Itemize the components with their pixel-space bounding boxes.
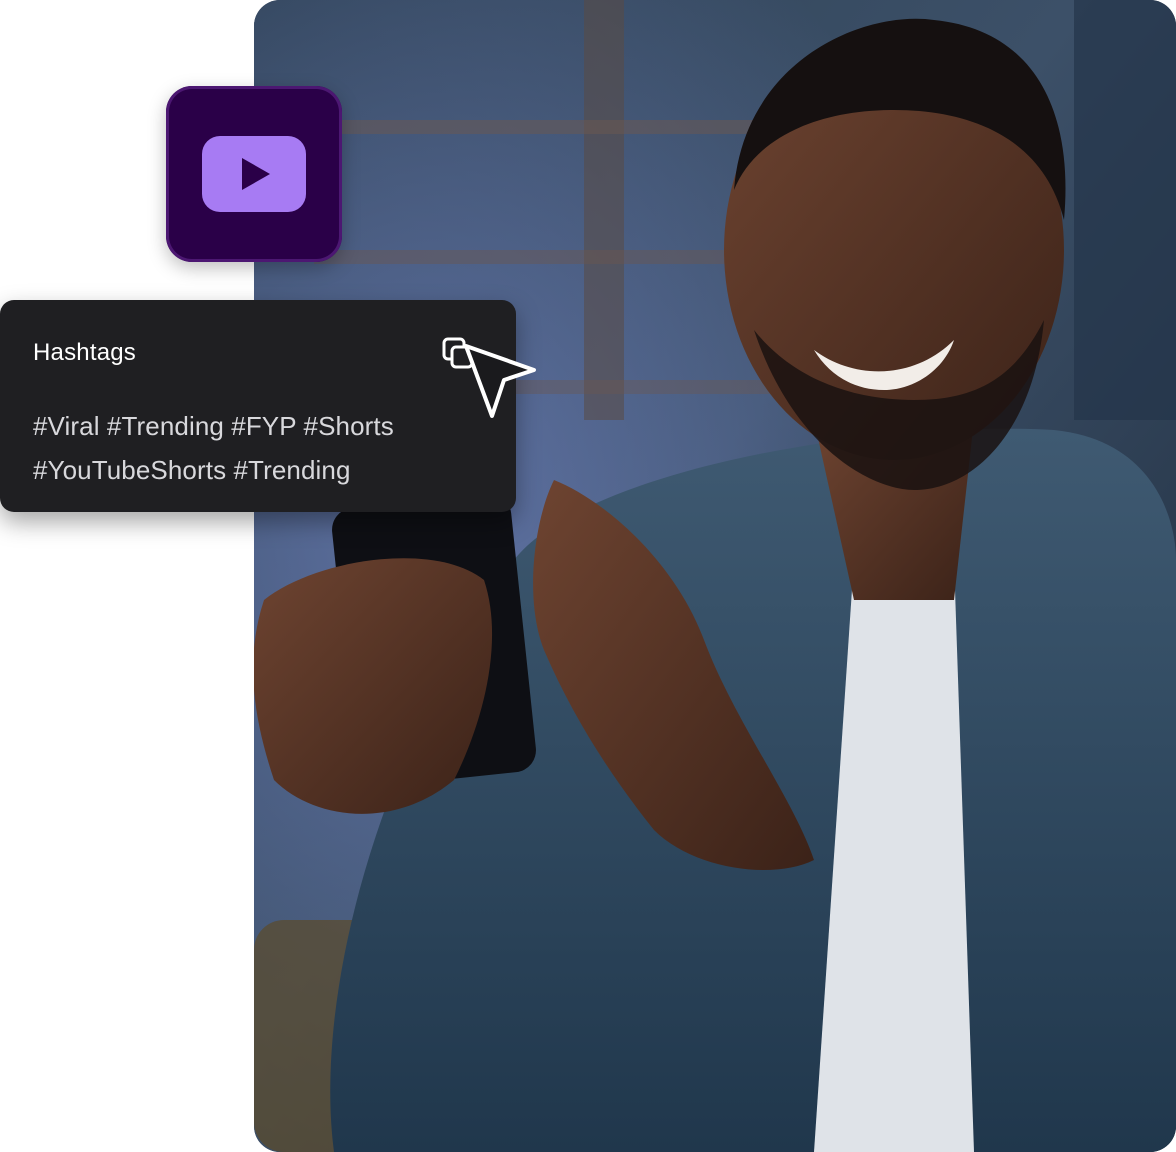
youtube-play-icon <box>200 134 308 214</box>
hashtags-card: Hashtags #Viral #Trending #FYP #Shorts #… <box>0 300 516 512</box>
hashtags-line-2: #YouTubeShorts #Trending <box>33 455 351 485</box>
cursor-pointer-icon <box>458 340 542 424</box>
youtube-app-tile[interactable] <box>166 86 342 262</box>
hashtags-line-1: #Viral #Trending #FYP #Shorts <box>33 411 394 441</box>
hero-illustration: Hashtags #Viral #Trending #FYP #Shorts #… <box>0 0 1176 1152</box>
hashtags-card-title: Hashtags <box>33 339 136 366</box>
hero-photo <box>254 0 1176 1152</box>
hashtags-list: #Viral #Trending #FYP #Shorts #YouTubeSh… <box>33 404 484 492</box>
